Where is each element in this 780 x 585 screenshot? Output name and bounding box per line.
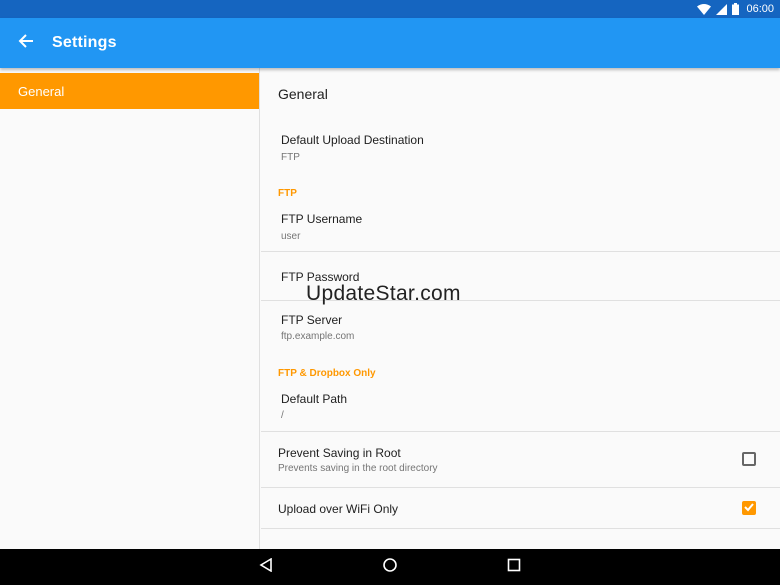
pref-title: Default Path [281,392,348,406]
wifi-only-checkbox[interactable] [742,501,756,515]
pref-title: Prevent Saving in Root [278,446,401,460]
nav-back-button[interactable] [254,555,278,579]
pref-default-upload-destination[interactable]: Default Upload Destination FTP [261,126,780,172]
checkmark-icon [744,499,754,517]
pref-summary: ftp.example.com [281,331,355,342]
pref-title: FTP Server [281,313,343,327]
back-button[interactable] [0,18,52,68]
sidebar: General [0,68,260,549]
sidebar-item-general[interactable]: General [0,73,259,109]
pref-title: Upload over WiFi Only [278,502,399,516]
sidebar-item-label: General [18,83,65,99]
app-bar: Settings [0,18,780,68]
page-title: Settings [52,34,117,51]
navigation-bar [0,549,780,585]
pref-summary: user [281,231,301,242]
square-recents-icon [507,558,521,577]
prevent-root-checkbox[interactable] [742,452,756,466]
pref-summary: Prevents saving in the root directory [278,463,438,474]
divider [261,528,780,529]
pref-title: Default Upload Destination [281,133,424,147]
status-bar: 06:00 [0,0,780,18]
pref-summary: FTP [281,152,300,163]
pref-summary: / [281,410,284,421]
nav-recents-button[interactable] [502,555,526,579]
section-title: General [278,86,328,102]
signal-icon [716,3,728,15]
watermark: UpdateStar.com [306,282,461,305]
nav-home-button[interactable] [378,555,402,579]
clock: 06:00 [746,3,774,15]
triangle-back-icon [259,557,273,577]
battery-icon [732,3,740,15]
pref-ftp-server[interactable]: FTP Server ftp.example.com [261,301,780,351]
pref-default-path[interactable]: Default Path / [261,384,780,430]
preferences-panel: General Default Upload Destination FTP F… [261,68,780,549]
pref-ftp-username[interactable]: FTP Username user [261,205,780,251]
circle-home-icon [382,557,398,578]
pref-title: FTP Username [281,212,363,226]
category-ftp-dropbox: FTP & Dropbox Only [278,368,376,379]
category-ftp: FTP [278,188,297,199]
arrow-left-icon [18,33,34,54]
wifi-icon [697,3,712,15]
pref-upload-over-wifi-only[interactable]: Upload over WiFi Only [261,488,780,528]
pref-prevent-saving-in-root[interactable]: Prevent Saving in Root Prevents saving i… [261,432,780,487]
